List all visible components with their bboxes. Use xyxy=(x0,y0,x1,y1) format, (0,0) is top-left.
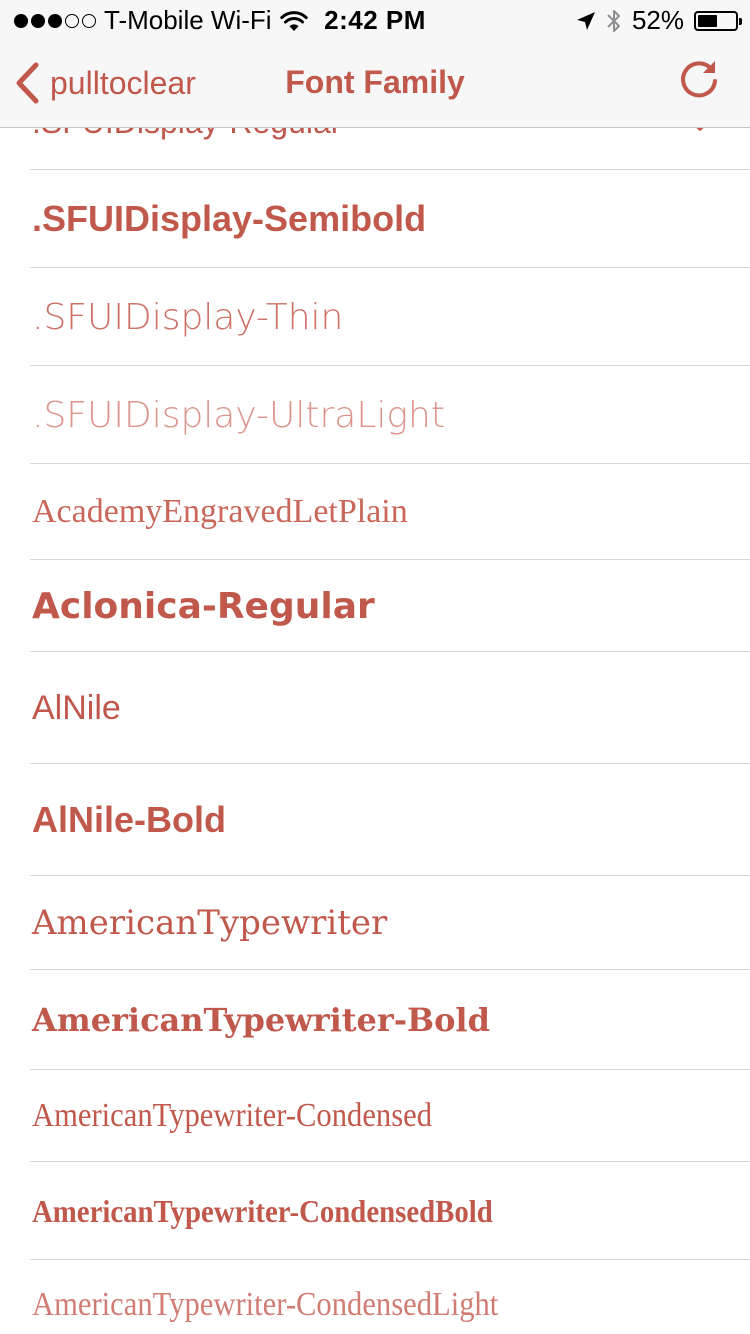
screen: T-Mobile Wi-Fi 2:42 PM 52% pulltoclear F… xyxy=(0,0,750,1334)
font-name-label: .SFUIDisplay-Semibold xyxy=(32,198,427,239)
font-name-label: AmericanTypewriter-CondensedLight xyxy=(32,1286,499,1323)
font-name-label: AlNile-Bold xyxy=(32,799,226,840)
battery-icon xyxy=(694,10,742,31)
font-row[interactable]: AlNile-Bold xyxy=(0,764,750,876)
font-name-label: AlNile xyxy=(32,688,121,727)
font-row[interactable]: AmericanTypewriter-CondensedLight xyxy=(0,1260,750,1334)
font-family-list[interactable]: .SFUIDisplay-Regular.SFUIDisplay-Semibol… xyxy=(0,86,750,1334)
font-name-label: AmericanTypewriter-CondensedBold xyxy=(32,1192,493,1229)
battery-level xyxy=(698,14,717,27)
bluetooth-icon xyxy=(607,9,620,32)
back-label: pulltoclear xyxy=(50,64,196,101)
font-row[interactable]: AlNile xyxy=(0,652,750,764)
font-row[interactable]: AmericanTypewriter-Condensed xyxy=(0,1070,750,1162)
refresh-icon[interactable] xyxy=(676,58,722,104)
font-name-label: AmericanTypewriter-Condensed xyxy=(32,1097,433,1134)
font-name-label: AmericanTypewriter xyxy=(32,903,388,943)
battery-percent: 52% xyxy=(631,5,684,35)
font-name-label: Aclonica-Regular xyxy=(32,585,375,627)
font-name-label: AmericanTypewriter-Bold xyxy=(32,1001,490,1039)
page-title: Font Family xyxy=(285,64,465,100)
font-row[interactable]: .SFUIDisplay-Semibold xyxy=(0,170,750,268)
status-right: 52% xyxy=(576,5,742,36)
location-arrow-icon xyxy=(576,11,595,30)
font-row[interactable]: AmericanTypewriter-Bold xyxy=(0,970,750,1070)
font-row[interactable]: .SFUIDisplay-Thin xyxy=(0,268,750,366)
font-row[interactable]: Aclonica-Regular xyxy=(0,560,750,652)
status-bar: T-Mobile Wi-Fi 2:42 PM 52% xyxy=(0,0,750,40)
font-row[interactable]: AmericanTypewriter-CondensedBold xyxy=(0,1162,750,1260)
font-name-label: .SFUIDisplay-Thin xyxy=(32,296,344,338)
font-name-label: AcademyEngravedLetPlain xyxy=(32,493,408,530)
font-row[interactable]: AcademyEngravedLetPlain xyxy=(0,464,750,560)
font-row[interactable]: .SFUIDisplay-UltraLight xyxy=(0,366,750,464)
back-button[interactable]: pulltoclear xyxy=(14,62,196,104)
navigation-bar: pulltoclear Font Family xyxy=(0,40,750,128)
font-row[interactable]: AmericanTypewriter xyxy=(0,876,750,970)
chevron-left-icon xyxy=(16,62,39,104)
font-name-label: .SFUIDisplay-UltraLight xyxy=(32,394,445,436)
